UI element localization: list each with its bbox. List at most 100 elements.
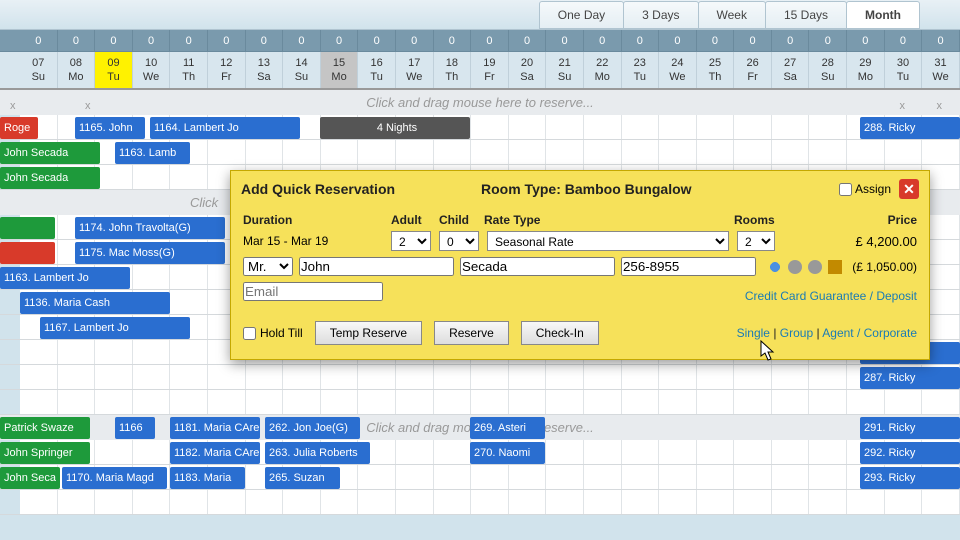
reserve-button[interactable]: Reserve bbox=[434, 321, 509, 345]
last-name-input[interactable] bbox=[460, 257, 615, 276]
link-single[interactable]: Single bbox=[737, 326, 770, 340]
reservation-block[interactable]: John Springer bbox=[0, 442, 90, 464]
reservation-block[interactable]: 1174. John Travolta(G) bbox=[75, 217, 225, 239]
reservation-block[interactable]: 1170. Maria Magd bbox=[62, 467, 167, 489]
reservation-block[interactable]: 1167. Lambert Jo bbox=[40, 317, 190, 339]
date-cell[interactable]: 27Sa bbox=[772, 52, 810, 88]
close-icon[interactable]: ✕ bbox=[899, 179, 919, 199]
date-cell[interactable]: 14Su bbox=[283, 52, 321, 88]
reservation-block[interactable]: 270. Naomi bbox=[470, 442, 545, 464]
close-icon[interactable]: x bbox=[10, 94, 16, 119]
close-icon[interactable]: x bbox=[85, 94, 91, 119]
date-cell[interactable]: 11Th bbox=[170, 52, 208, 88]
reservation-block[interactable] bbox=[0, 217, 55, 239]
link-group[interactable]: Group bbox=[780, 326, 813, 340]
rooms-select[interactable]: 2 bbox=[737, 231, 775, 251]
check-in-button[interactable]: Check-In bbox=[521, 321, 599, 345]
reservation-block[interactable]: 262. Jon Joe(G) bbox=[265, 417, 360, 439]
view-mode-tabs: One Day 3 Days Week 15 Days Month bbox=[0, 0, 960, 30]
first-name-input[interactable] bbox=[299, 257, 454, 276]
dialog-title: Add Quick Reservation bbox=[241, 181, 481, 197]
date-cell[interactable]: 19Fr bbox=[471, 52, 509, 88]
date-cell[interactable]: 25Th bbox=[697, 52, 735, 88]
reservation-block[interactable]: 1166 bbox=[115, 417, 155, 439]
radio-icon[interactable] bbox=[768, 260, 782, 274]
date-cell[interactable]: 21Su bbox=[546, 52, 584, 88]
reserve-hint-row[interactable]: x x Click and drag mouse here to reserve… bbox=[0, 90, 960, 115]
tab-week[interactable]: Week bbox=[698, 1, 766, 29]
assign-checkbox[interactable]: Assign bbox=[839, 182, 891, 196]
reservation-block[interactable] bbox=[0, 242, 55, 264]
date-cell[interactable]: 07Su bbox=[20, 52, 58, 88]
reservation-block[interactable]: 263. Julia Roberts bbox=[265, 442, 370, 464]
reservation-block[interactable]: 288. Ricky bbox=[860, 117, 960, 139]
reservation-block[interactable]: 292. Ricky bbox=[860, 442, 960, 464]
date-cell[interactable]: 10We bbox=[133, 52, 171, 88]
reservation-block[interactable]: 287. Ricky bbox=[860, 367, 960, 389]
reservation-block[interactable]: John Secada bbox=[0, 142, 100, 164]
reservation-block[interactable]: 269. Asteri bbox=[470, 417, 545, 439]
availability-cell: 0 bbox=[58, 30, 96, 51]
tab-15-days[interactable]: 15 Days bbox=[765, 1, 847, 29]
person-icon[interactable] bbox=[808, 260, 822, 274]
date-cell[interactable]: 16Tu bbox=[358, 52, 396, 88]
availability-cell: 0 bbox=[734, 30, 772, 51]
reservation-block[interactable]: John Secada bbox=[0, 167, 100, 189]
tab-3-days[interactable]: 3 Days bbox=[623, 1, 698, 29]
phone-input[interactable] bbox=[621, 257, 756, 276]
reservation-block[interactable]: 1164. Lambert Jo bbox=[150, 117, 300, 139]
availability-cell: 0 bbox=[283, 30, 321, 51]
reservation-block[interactable]: 1183. Maria bbox=[170, 467, 245, 489]
reservation-block[interactable]: John Seca bbox=[0, 467, 60, 489]
reservation-block[interactable]: 1181. Maria CAre bbox=[170, 417, 260, 439]
child-select[interactable]: 0 bbox=[439, 231, 479, 251]
attachment-icon[interactable] bbox=[788, 260, 802, 274]
note-icon[interactable] bbox=[828, 260, 842, 274]
date-cell[interactable]: 20Sa bbox=[509, 52, 547, 88]
rate-type-select[interactable]: Seasonal Rate bbox=[487, 231, 729, 251]
date-cell[interactable]: 09Tu bbox=[95, 52, 133, 88]
room-row[interactable] bbox=[0, 490, 960, 515]
temp-reserve-button[interactable]: Temp Reserve bbox=[315, 321, 422, 345]
reservation-block[interactable]: Roge bbox=[0, 117, 38, 139]
date-cell[interactable]: 08Mo bbox=[58, 52, 96, 88]
date-cell[interactable]: 30Tu bbox=[885, 52, 923, 88]
date-cell[interactable]: 24We bbox=[659, 52, 697, 88]
link-agent[interactable]: Agent / Corporate bbox=[822, 326, 917, 340]
date-cell[interactable]: 18Th bbox=[434, 52, 472, 88]
date-cell[interactable]: 15Mo bbox=[321, 52, 359, 88]
price-secondary: (£ 1,050.00) bbox=[848, 260, 917, 274]
reservation-block[interactable]: 1182. Maria CAre bbox=[170, 442, 260, 464]
reservation-block[interactable]: 291. Ricky bbox=[860, 417, 960, 439]
date-cell[interactable]: 17We bbox=[396, 52, 434, 88]
date-cell[interactable]: 28Su bbox=[809, 52, 847, 88]
availability-cell: 0 bbox=[584, 30, 622, 51]
close-icon[interactable]: x bbox=[937, 94, 943, 119]
reservation-block[interactable]: 1136. Maria Cash bbox=[20, 292, 170, 314]
date-cell[interactable]: 29Mo bbox=[847, 52, 885, 88]
reservation-block[interactable]: 293. Ricky bbox=[860, 467, 960, 489]
date-cell[interactable]: 26Fr bbox=[734, 52, 772, 88]
adult-select[interactable]: 2 bbox=[391, 231, 431, 251]
reservation-block[interactable]: 1165. John bbox=[75, 117, 145, 139]
close-icon[interactable]: x bbox=[900, 94, 906, 119]
email-input[interactable] bbox=[243, 282, 383, 301]
availability-cell: 0 bbox=[133, 30, 171, 51]
rooms-label: Rooms bbox=[734, 213, 814, 227]
room-row[interactable] bbox=[0, 365, 960, 390]
hold-till-checkbox[interactable]: Hold Till bbox=[243, 326, 303, 340]
tab-one-day[interactable]: One Day bbox=[539, 1, 624, 29]
room-row[interactable] bbox=[0, 390, 960, 415]
title-select[interactable]: Mr. bbox=[243, 257, 293, 276]
reservation-block[interactable]: 1175. Mac Moss(G) bbox=[75, 242, 225, 264]
date-cell[interactable]: 31We bbox=[922, 52, 960, 88]
reservation-block[interactable]: Patrick Swaze bbox=[0, 417, 90, 439]
date-cell[interactable]: 23Tu bbox=[622, 52, 660, 88]
reservation-block[interactable]: 1163. Lamb bbox=[115, 142, 190, 164]
date-cell[interactable]: 13Sa bbox=[246, 52, 284, 88]
reservation-block[interactable]: 265. Suzan bbox=[265, 467, 340, 489]
date-cell[interactable]: 22Mo bbox=[584, 52, 622, 88]
reservation-block[interactable]: 1163. Lambert Jo bbox=[0, 267, 130, 289]
tab-month[interactable]: Month bbox=[846, 1, 920, 29]
date-cell[interactable]: 12Fr bbox=[208, 52, 246, 88]
